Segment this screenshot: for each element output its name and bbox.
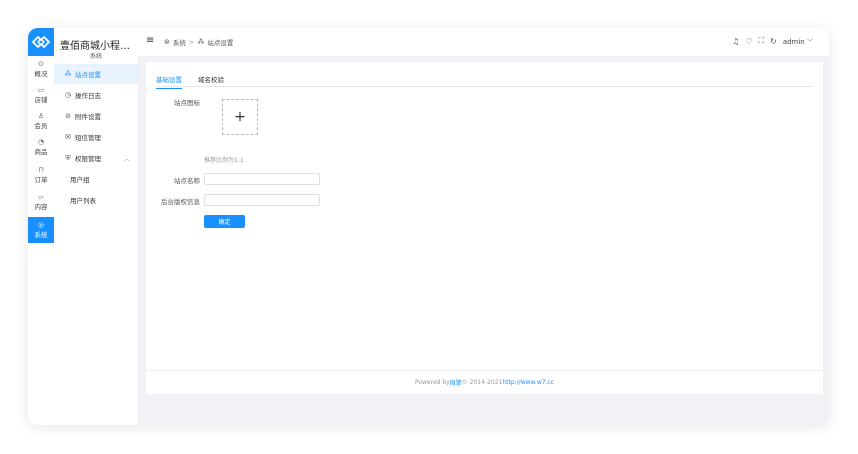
top-right-tools: ♫ ♡ ⛶ ↻ admin ﹀: [732, 36, 813, 46]
sidebar-item-permission[interactable]: ⛨ 权限管理 ︿: [54, 148, 138, 168]
site-icon: ⁂: [64, 70, 72, 78]
logo: [28, 28, 54, 56]
sidebar-item-site-settings[interactable]: ⁂ 站点设置: [54, 64, 138, 84]
footer: Powered by 微擎 © 2014-2021 http://www.w7.…: [146, 370, 823, 394]
app-title: 壹佰商城小程序...: [60, 41, 134, 52]
member-icon: ♙: [37, 112, 45, 120]
rail-label: 商品: [34, 148, 48, 156]
rail-label: 内容: [34, 203, 48, 211]
rail-item-member[interactable]: ♙ 会员: [28, 108, 54, 134]
goods-icon: ◔: [37, 138, 45, 146]
refresh-icon[interactable]: ↻: [770, 37, 777, 46]
rail-item-content[interactable]: ▱ 内容: [28, 189, 54, 215]
confirm-button[interactable]: 确定: [204, 215, 245, 228]
sidebar-item-attachment[interactable]: ⊘ 附件设置: [54, 106, 138, 126]
sidebar-item-sms[interactable]: ✉ 短信管理: [54, 127, 138, 147]
site-name-input[interactable]: [204, 173, 320, 185]
shirt-icon[interactable]: ♡: [745, 37, 752, 46]
sub-sidebar: 壹佰商城小程序... 系统 ⁂ 站点设置 ◷ 操作日志 ⊘ 附件设置 ✉ 短信管…: [54, 28, 139, 425]
rail-label: 店铺: [34, 96, 48, 104]
rail-item-order[interactable]: ⊓ 订单: [28, 162, 54, 188]
site-icon-uploader[interactable]: +: [222, 99, 258, 135]
user-name: admin: [782, 37, 805, 46]
footer-link[interactable]: http://www.w7.cc: [502, 379, 554, 386]
sidebar-subitem-user-list[interactable]: 用户列表: [54, 190, 138, 210]
rail-item-system[interactable]: ◎ 系统: [28, 217, 54, 243]
order-icon: ⊓: [38, 166, 44, 174]
site-name-label: 站点名称: [174, 177, 200, 185]
sidebar-item-label: 站点设置: [75, 71, 101, 79]
main-nav-rail: ⊙ 概况 ▭ 店铺 ♙ 会员 ◔ 商品 ⊓ 订单 ▱ 内容 ◎ 系统: [28, 28, 55, 425]
breadcrumb: ⊛ 系统 > ⁂ 站点设置: [164, 37, 233, 47]
upload-hint: 推荐比例为1:1: [204, 157, 244, 164]
site-icon: ⁂: [197, 38, 205, 46]
notification-icon[interactable]: ♫: [732, 37, 739, 46]
rail-label: 概况: [34, 70, 48, 78]
sidebar-item-label: 操作日志: [75, 92, 101, 100]
plus-icon: +: [234, 109, 246, 125]
sidebar-item-label: 短信管理: [75, 134, 101, 142]
attachment-icon: ⊘: [65, 112, 71, 120]
user-menu[interactable]: admin ﹀: [783, 37, 813, 46]
main-content: 基础设置 域名校验 站点图标 + 推荐比例为1:1 站点名称 后台版权信息 确定: [146, 62, 823, 393]
tab-divider: [156, 86, 814, 87]
rail-item-overview[interactable]: ⊙ 概况: [28, 56, 54, 82]
settings-icon: ⊛: [164, 38, 170, 46]
menu-toggle-icon[interactable]: ≡: [146, 36, 154, 46]
sidebar-item-label: 附件设置: [75, 113, 101, 121]
breadcrumb-item-current: 站点设置: [207, 39, 234, 47]
rail-label: 系统: [34, 231, 48, 239]
copyright-label: 后台版权信息: [161, 198, 200, 206]
app-window: ⊙ 概况 ▭ 店铺 ♙ 会员 ◔ 商品 ⊓ 订单 ▱ 内容 ◎ 系统 壹佰商城小…: [28, 28, 829, 425]
copyright-input[interactable]: [204, 194, 320, 206]
permission-icon: ⛨: [65, 153, 71, 162]
sms-icon: ✉: [65, 133, 71, 141]
sidebar-item-label: 权限管理: [75, 155, 101, 163]
dashboard-icon: ⊙: [38, 60, 44, 68]
footer-brand[interactable]: 微擎: [450, 378, 462, 387]
sidebar-subitem-user-group[interactable]: 用户组: [54, 169, 138, 189]
footer-prefix: Powered by: [414, 379, 450, 386]
top-bar: ≡ ⊛ 系统 > ⁂ 站点设置 ♫ ♡ ⛶ ↻ admin ﹀: [138, 28, 829, 57]
log-icon: ◷: [64, 91, 72, 99]
chevron-down-icon: ﹀: [806, 38, 813, 46]
fullscreen-icon[interactable]: ⛶: [759, 36, 765, 46]
rail-item-store[interactable]: ▭ 店铺: [28, 82, 54, 108]
rail-label: 订单: [34, 176, 48, 184]
footer-copyright: © 2014-2021: [461, 379, 503, 386]
rail-label: 会员: [34, 122, 48, 130]
breadcrumb-separator: >: [188, 38, 195, 46]
site-icon-label: 站点图标: [174, 99, 200, 107]
content-icon: ▱: [38, 193, 44, 201]
chevron-up-icon: ︿: [123, 155, 130, 163]
breadcrumb-item-system[interactable]: 系统: [173, 37, 186, 47]
store-icon: ▭: [37, 86, 45, 94]
system-icon: ◎: [37, 221, 45, 229]
sidebar-item-operation-log[interactable]: ◷ 操作日志: [54, 85, 138, 105]
rail-item-goods[interactable]: ◔ 商品: [28, 134, 54, 160]
section-title: 系统: [89, 53, 102, 60]
logo-icon: [31, 35, 51, 49]
